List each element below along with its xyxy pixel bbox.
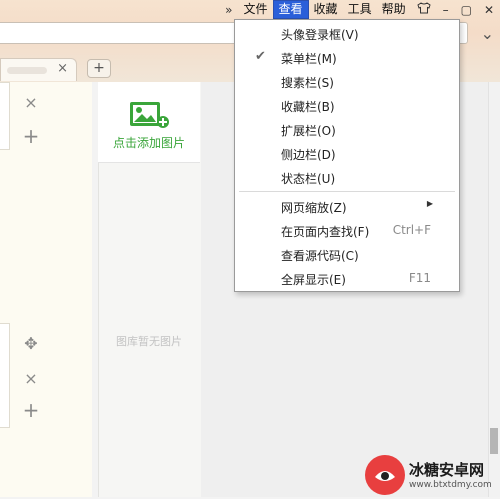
- close-icon[interactable]: ×: [21, 93, 41, 112]
- close-window-icon[interactable]: ✕: [478, 3, 500, 17]
- menu-item-zoom[interactable]: 网页缩放(Z) ▶: [235, 194, 459, 218]
- chevron-down-icon[interactable]: ⌄: [481, 24, 494, 43]
- watermark-title: 冰糖安卓网: [409, 461, 485, 479]
- left-card-top: [0, 82, 10, 150]
- menu-item-menubar[interactable]: ✔ 菜单栏(M): [235, 45, 459, 69]
- menu-item-sidebar[interactable]: 侧边栏(D): [235, 141, 459, 165]
- menu-item-statusbar[interactable]: 状态栏(U): [235, 165, 459, 189]
- menu-item-extensionbar[interactable]: 扩展栏(O): [235, 117, 459, 141]
- menu-item-label: 在页面内查找(F): [281, 225, 370, 239]
- menu-view[interactable]: 查看: [272, 0, 309, 19]
- gallery-empty-text: 图库暂无图片: [116, 335, 182, 348]
- add-image-button[interactable]: 点击添加图片: [98, 82, 200, 163]
- left-card-bottom: [0, 323, 10, 428]
- menu-item-label: 扩展栏(O): [281, 124, 336, 138]
- menu-item-find[interactable]: 在页面内查找(F) Ctrl+F: [235, 218, 459, 242]
- browser-tab[interactable]: ×: [0, 58, 77, 81]
- menu-favorites[interactable]: 收藏: [309, 0, 343, 19]
- close-icon[interactable]: ×: [21, 369, 41, 388]
- menu-tools[interactable]: 工具: [343, 0, 377, 19]
- menu-item-shortcut: Ctrl+F: [392, 223, 431, 237]
- add-icon[interactable]: +: [21, 124, 41, 148]
- menu-item-label: 搜素栏(S): [281, 76, 334, 90]
- add-icon[interactable]: +: [21, 398, 41, 422]
- menu-item-view-source[interactable]: 查看源代码(C): [235, 242, 459, 266]
- view-menu-dropdown: 头像登录框(V) ✔ 菜单栏(M) 搜素栏(S) 收藏栏(B) 扩展栏(O) 侧…: [234, 19, 460, 292]
- menu-item-label: 侧边栏(D): [281, 148, 336, 162]
- submenu-arrow-icon: ▶: [426, 199, 433, 208]
- menu-item-label: 全屏显示(E): [281, 273, 346, 287]
- minimize-icon[interactable]: –: [437, 3, 455, 17]
- tab-title-blurred: [7, 67, 47, 74]
- menu-item-label: 状态栏(U): [281, 172, 336, 186]
- menu-item-label: 查看源代码(C): [281, 249, 359, 263]
- menu-item-label: 头像登录框(V): [281, 28, 359, 42]
- menu-item-shortcut: F11: [408, 271, 431, 285]
- menu-item-label: 网页缩放(Z): [281, 201, 347, 215]
- watermark-url: www.btxtdmy.com: [409, 480, 492, 490]
- menu-item-fullscreen[interactable]: 全屏显示(E) F11: [235, 266, 459, 290]
- menu-separator: [239, 191, 455, 192]
- menu-item-label: 菜单栏(M): [281, 52, 337, 66]
- menu-item-label: 收藏栏(B): [281, 100, 335, 114]
- restore-icon[interactable]: ▢: [455, 3, 478, 17]
- add-image-label: 点击添加图片: [112, 136, 185, 150]
- move-icon[interactable]: ✥: [21, 334, 41, 353]
- scrollbar-thumb[interactable]: [490, 428, 498, 454]
- menu-bar: » 文件 查看 收藏 工具 帮助 – ▢ ✕: [219, 0, 500, 19]
- check-icon: ✔: [255, 49, 266, 64]
- watermark-logo-icon: [365, 455, 405, 495]
- tab-close-icon[interactable]: ×: [57, 61, 68, 76]
- left-panel: [0, 82, 92, 497]
- skin-icon[interactable]: [411, 2, 437, 17]
- menu-item-avatar-login[interactable]: 头像登录框(V): [235, 21, 459, 45]
- new-tab-button[interactable]: +: [87, 59, 111, 78]
- add-image-icon: [130, 102, 169, 128]
- menu-help[interactable]: 帮助: [377, 0, 411, 19]
- menu-item-favoritesbar[interactable]: 收藏栏(B): [235, 93, 459, 117]
- watermark: 冰糖安卓网 www.btxtdmy.com: [365, 455, 500, 497]
- more-menu-icon[interactable]: »: [219, 3, 238, 17]
- menu-file[interactable]: 文件: [239, 0, 273, 19]
- menu-item-searchbar[interactable]: 搜素栏(S): [235, 69, 459, 93]
